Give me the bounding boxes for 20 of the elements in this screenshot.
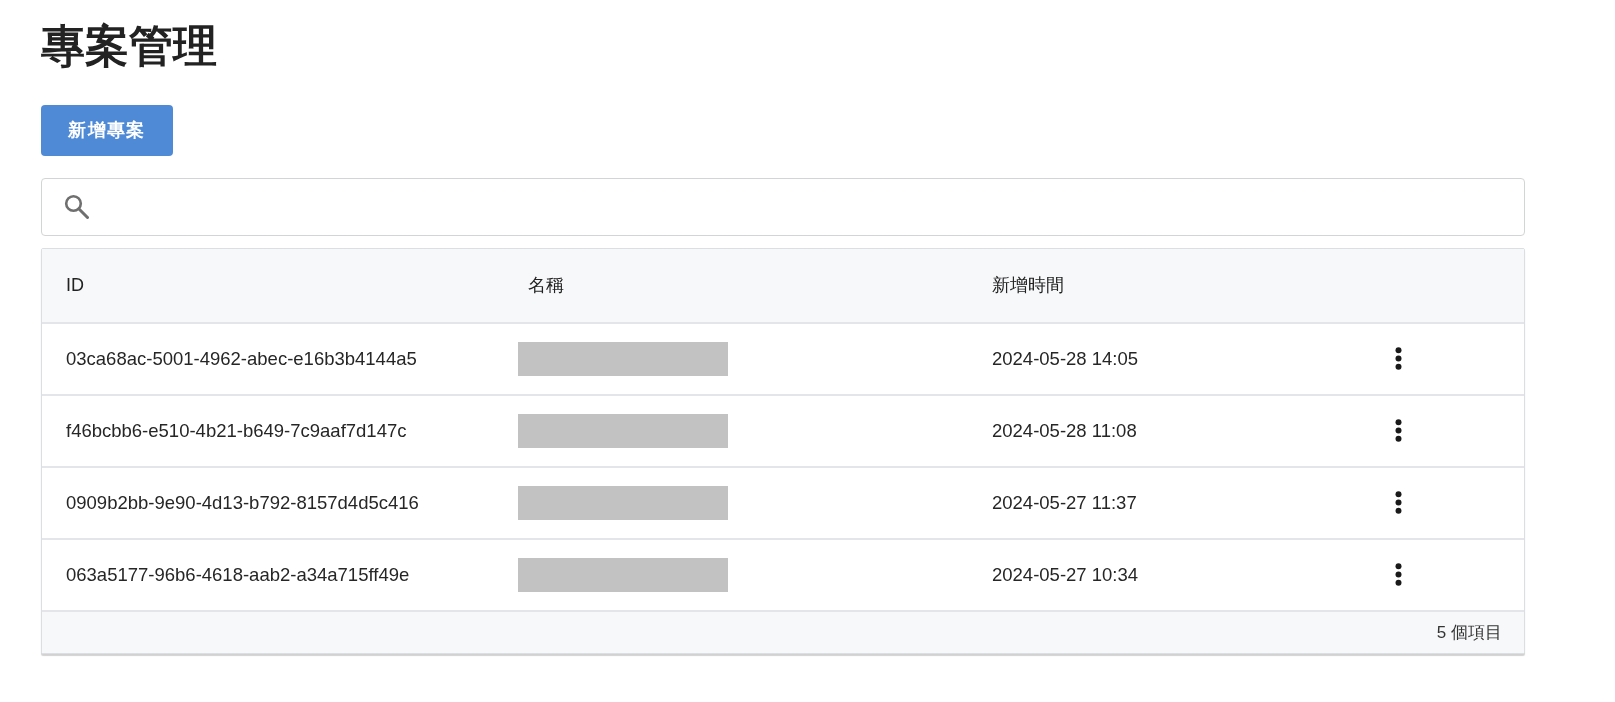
table-cell: 063a5177-96b6-4618-aab2-a34a715ff49e bbox=[66, 563, 410, 585]
page-title: 專案管理 bbox=[41, 20, 217, 72]
more-options-icon[interactable] bbox=[1395, 347, 1402, 371]
column-header: 新增時間 bbox=[992, 274, 1064, 295]
column-header: ID bbox=[66, 274, 84, 295]
item-count: 5 個項目 bbox=[1436, 621, 1502, 644]
more-options-icon[interactable] bbox=[1395, 491, 1402, 515]
table-cell: 0909b2bb-9e90-4d13-b792-8157d4d5c416 bbox=[66, 491, 419, 513]
column-header: 名稱 bbox=[528, 274, 564, 295]
table-cell: 2024-05-28 11:08 bbox=[992, 419, 1137, 441]
more-options-icon[interactable] bbox=[1395, 419, 1402, 443]
add-project-button[interactable]: 新增專案 bbox=[41, 104, 173, 156]
more-options-icon[interactable] bbox=[1395, 563, 1402, 587]
table-cell: 03ca68ac-5001-4962-abec-e16b3b4144a5 bbox=[66, 347, 417, 369]
table-cell: 2024-05-27 11:37 bbox=[992, 491, 1137, 513]
table-cell: 2024-05-28 14:05 bbox=[992, 347, 1139, 369]
table-cell: 2024-05-27 10:34 bbox=[992, 563, 1139, 585]
table-cell: f46bcbb6-e510-4b21-b649-7c9aaf7d147c bbox=[66, 419, 407, 441]
search-icon bbox=[64, 194, 89, 220]
search-field[interactable] bbox=[41, 177, 1525, 236]
